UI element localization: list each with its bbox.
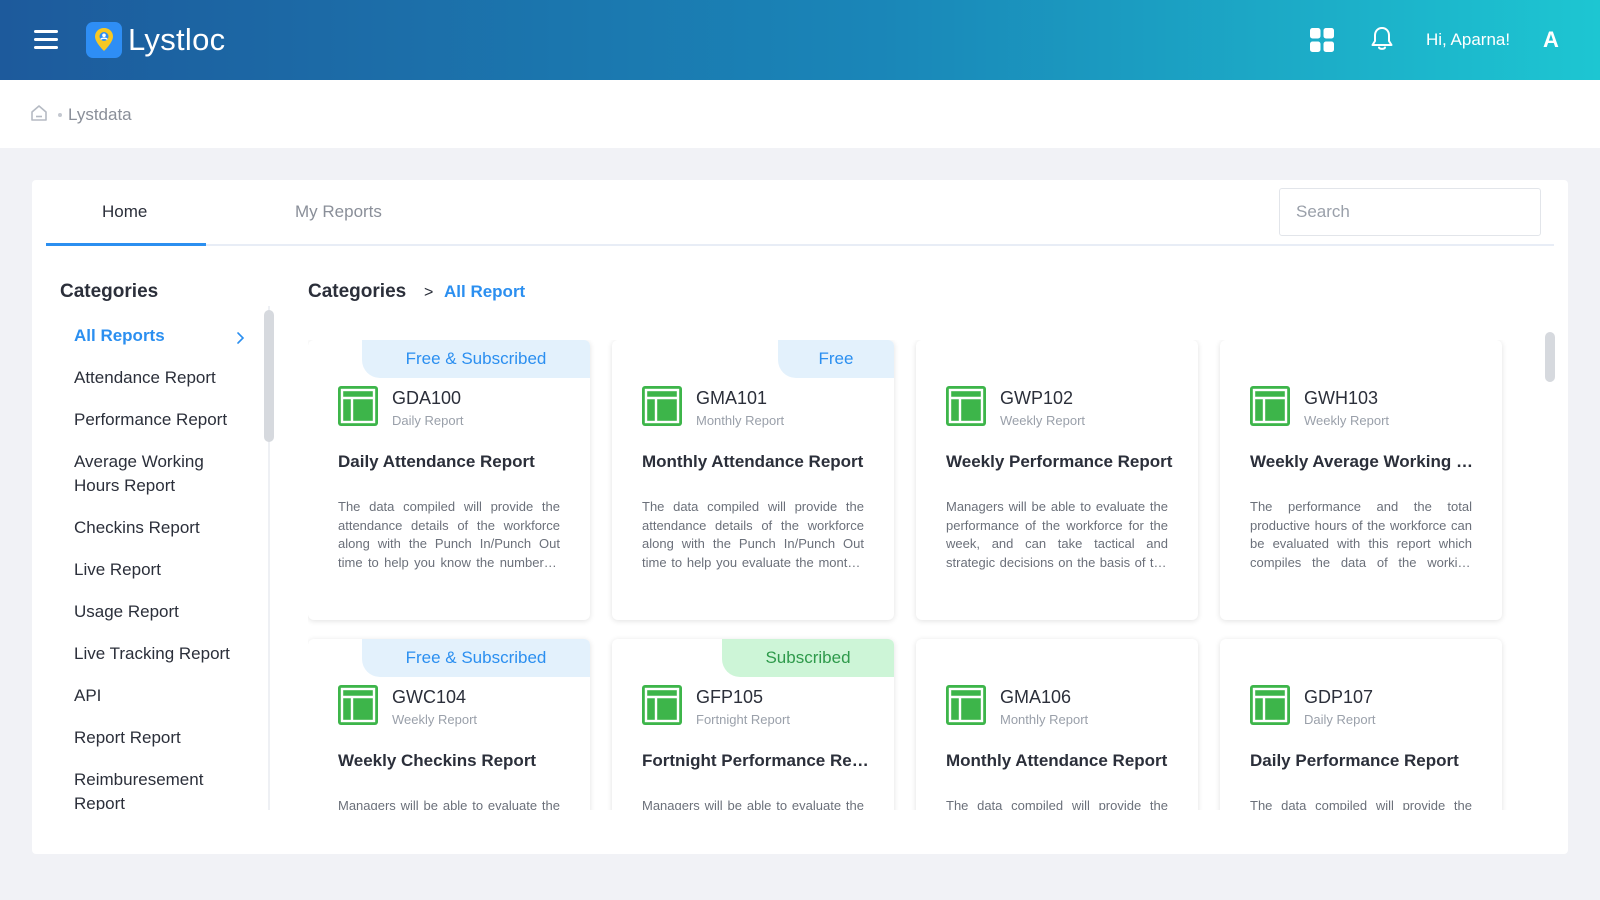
report-period: Daily Report	[1304, 712, 1376, 727]
spreadsheet-icon	[1250, 685, 1290, 725]
report-code: GDA100	[392, 388, 462, 408]
report-card[interactable]: Free & Subscribed GDA100 Daily Report Daily…	[308, 340, 590, 620]
user-avatar[interactable]: A	[1536, 24, 1566, 56]
report-period: Monthly Report	[1000, 712, 1089, 727]
content-breadcrumb-separator: >	[424, 284, 434, 301]
report-description: The performance and the total productive…	[1250, 499, 1472, 570]
app-name: Lystloc	[128, 22, 226, 57]
tab-home[interactable]: Home	[102, 202, 147, 222]
category-list: All Reports Attendance Report Performanc…	[60, 320, 260, 810]
report-name: Monthly Attendance Report	[642, 452, 864, 471]
report-description: Managers will be able to evaluate the ch…	[338, 798, 560, 810]
report-code: GWH103	[1304, 388, 1379, 408]
spreadsheet-icon	[642, 685, 682, 725]
content-scrollbar[interactable]	[1545, 332, 1555, 382]
tab-divider	[46, 244, 1554, 246]
report-card[interactable]: GWP102 Weekly Report Weekly Performance Re…	[916, 340, 1198, 620]
apps-grid-icon[interactable]	[1310, 28, 1334, 52]
spreadsheet-icon	[946, 386, 986, 426]
report-period: Weekly Report	[1304, 413, 1390, 428]
report-card[interactable]: Free GMA101 Monthly Report Monthly Attendan…	[612, 340, 894, 620]
sidebar-item-performance-report[interactable]: Performance Report	[74, 408, 252, 432]
report-name: Fortnight Performance Report	[642, 751, 872, 770]
sidebar-item-report-report[interactable]: Report Report	[74, 726, 252, 750]
report-description: Managers will be able to evaluate the pe…	[946, 499, 1168, 570]
report-code: GMA101	[696, 388, 768, 408]
report-name: Weekly Performance Report	[946, 452, 1173, 471]
sidebar-scrollbar[interactable]	[264, 310, 274, 442]
sidebar-item-live-tracking-report[interactable]: Live Tracking Report	[74, 642, 252, 666]
access-badge: Free	[778, 340, 894, 378]
report-card[interactable]: GDP107 Daily Report Daily Performance Repo…	[1220, 639, 1502, 810]
main-panel: Home My Reports Categories All Reports A…	[32, 180, 1568, 854]
report-code: GMA106	[1000, 687, 1072, 707]
spreadsheet-icon	[338, 386, 378, 426]
sidebar-item-api[interactable]: API	[74, 684, 252, 708]
location-pin-icon	[86, 22, 122, 58]
report-period: Weekly Report	[392, 712, 478, 727]
sidebar-item-live-report[interactable]: Live Report	[74, 558, 252, 582]
tab-my-reports[interactable]: My Reports	[295, 202, 382, 222]
content-breadcrumb-current: All Report	[444, 282, 526, 301]
report-period: Weekly Report	[1000, 413, 1086, 428]
report-card[interactable]: GWH103 Weekly Report Weekly Average Workin…	[1220, 340, 1502, 620]
spreadsheet-icon	[338, 685, 378, 725]
access-badge: Free & Subscribed	[362, 639, 590, 677]
notification-bell-icon[interactable]	[1370, 26, 1394, 52]
report-card[interactable]: Subscribed GFP105 Fortnight Report Fortnigh…	[612, 639, 894, 810]
report-code: GDP107	[1304, 687, 1374, 707]
report-name: Weekly Average Working Hours Report	[1250, 452, 1480, 471]
app-logo[interactable]: Lystloc	[86, 22, 225, 58]
spreadsheet-icon	[1250, 386, 1290, 426]
breadcrumb-current[interactable]: Lystdata	[68, 105, 132, 125]
report-code: GWC104	[392, 687, 467, 707]
report-name: Monthly Attendance Report	[946, 751, 1168, 770]
report-code: GFP105	[696, 687, 764, 707]
access-badge: Subscribed	[722, 639, 894, 677]
sidebar-item-all-reports[interactable]: All Reports	[74, 324, 252, 348]
sidebar-item-attendance-report[interactable]: Attendance Report	[74, 366, 252, 390]
spreadsheet-icon	[642, 386, 682, 426]
report-name: Daily Attendance Report	[338, 452, 535, 471]
breadcrumb-separator	[58, 113, 62, 117]
report-name: Daily Performance Report	[1250, 751, 1459, 770]
search-input[interactable]	[1279, 188, 1541, 236]
report-description: The data compiled will provide the atten…	[642, 499, 864, 570]
report-period: Daily Report	[392, 413, 464, 428]
sidebar-item-usage-report[interactable]: Usage Report	[74, 600, 252, 624]
sidebar-item-average-working-hours-report[interactable]: Average Working Hours Report	[74, 450, 252, 498]
sidebar-item-reimbursement-report[interactable]: Reimburesement Report	[74, 768, 252, 810]
access-badge: Free & Subscribed	[362, 340, 590, 378]
sidebar-title: Categories	[60, 281, 159, 302]
report-description: The data compiled will provide the atten…	[338, 499, 560, 570]
report-period: Fortnight Report	[696, 712, 790, 727]
report-grid: Free & Subscribed GDA100 Daily Report Daily…	[308, 340, 1538, 810]
top-header: Lystloc Hi, Aparna! A	[0, 0, 1600, 80]
report-card[interactable]: GMA106 Monthly Report Monthly Attendance R…	[916, 639, 1198, 810]
sidebar-item-checkins-report[interactable]: Checkins Report	[74, 516, 252, 540]
menu-icon[interactable]	[34, 30, 58, 50]
content-breadcrumb-root[interactable]: Categories	[308, 281, 406, 303]
report-code: GWP102	[1000, 388, 1074, 408]
report-name: Weekly Checkins Report	[338, 751, 537, 770]
active-tab-indicator	[46, 243, 206, 246]
breadcrumb: Lystdata	[0, 80, 1600, 148]
report-card[interactable]: Free & Subscribed GWC104 Weekly Report Week…	[308, 639, 590, 810]
report-description: The data compiled will provide the atten…	[946, 798, 1168, 810]
report-description: The data compiled will provide the perfo…	[1250, 798, 1472, 810]
report-period: Monthly Report	[696, 413, 785, 428]
user-greeting: Hi, Aparna!	[1426, 30, 1511, 49]
home-icon[interactable]	[30, 104, 48, 122]
spreadsheet-icon	[946, 685, 986, 725]
report-description: Managers will be able to evaluate the pe…	[642, 798, 864, 810]
chevron-right-icon	[236, 331, 246, 345]
